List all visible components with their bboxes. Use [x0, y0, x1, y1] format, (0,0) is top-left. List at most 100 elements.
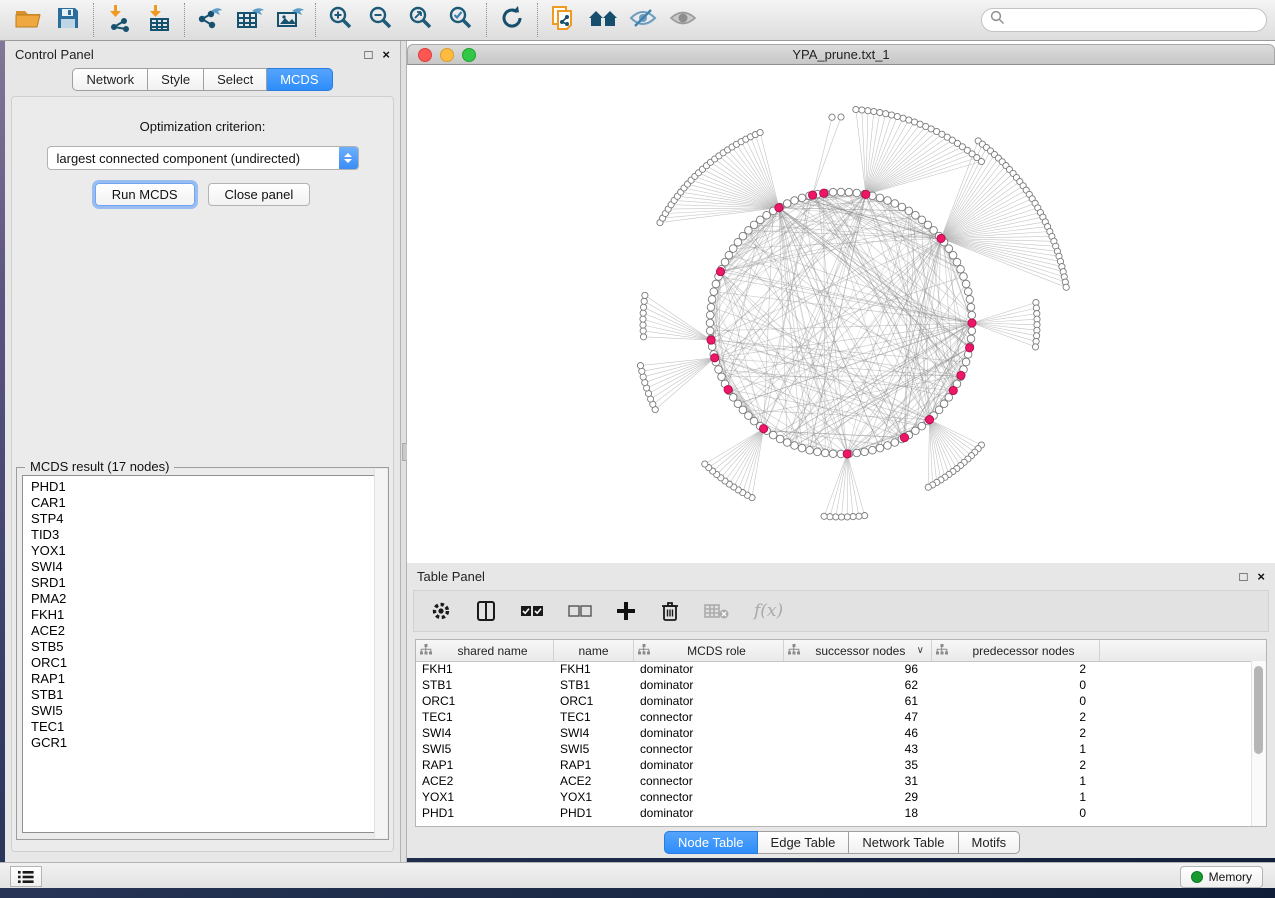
table-cell[interactable]: RAP1 — [554, 758, 634, 772]
table-settings-button[interactable] — [430, 596, 452, 626]
open-file-button[interactable] — [8, 3, 48, 37]
close-panel-icon[interactable]: × — [382, 48, 390, 61]
export-network-button[interactable] — [190, 3, 230, 37]
node-table-body[interactable]: FKH1FKH1dominator962STB1STB1dominator620… — [416, 661, 1252, 826]
table-cell[interactable]: 62 — [784, 678, 932, 692]
table-cell[interactable]: FKH1 — [416, 662, 554, 676]
table-cell[interactable]: ORC1 — [416, 694, 554, 708]
function-builder-button[interactable]: f(x) — [754, 596, 783, 626]
table-cell[interactable]: dominator — [634, 694, 784, 708]
network-graph[interactable] — [407, 65, 1275, 561]
tab-edge-table[interactable]: Edge Table — [758, 831, 850, 854]
table-cell[interactable]: SWI4 — [554, 726, 634, 740]
zoom-fit-button[interactable] — [401, 3, 441, 37]
table-cell[interactable]: dominator — [634, 678, 784, 692]
mcds-result-item[interactable]: SWI4 — [23, 559, 382, 575]
table-cell[interactable]: connector — [634, 742, 784, 756]
table-row[interactable]: RAP1RAP1dominator352 — [416, 757, 1252, 773]
mcds-result-item[interactable]: PHD1 — [23, 479, 382, 495]
optimization-criterion-select[interactable]: largest connected component (undirected) — [47, 146, 359, 170]
mcds-result-item[interactable]: ORC1 — [23, 655, 382, 671]
mcds-result-item[interactable]: CAR1 — [23, 495, 382, 511]
tab-style[interactable]: Style — [148, 68, 204, 91]
memory-button[interactable]: Memory — [1180, 866, 1263, 888]
first-neighbors-button[interactable] — [583, 3, 623, 37]
table-cell[interactable]: YOX1 — [416, 790, 554, 804]
mcds-result-item[interactable]: STB5 — [23, 639, 382, 655]
tab-network[interactable]: Network — [72, 68, 148, 91]
table-cell[interactable]: 31 — [784, 774, 932, 788]
tab-mcds[interactable]: MCDS — [267, 68, 332, 91]
table-cell[interactable]: PHD1 — [416, 806, 554, 820]
table-cell[interactable]: dominator — [634, 806, 784, 820]
table-cell[interactable]: 0 — [932, 806, 1100, 820]
delete-row-button[interactable] — [660, 596, 680, 626]
mcds-result-list[interactable]: PHD1CAR1STP4TID3YOX1SWI4SRD1PMA2FKH1ACE2… — [22, 475, 383, 833]
mcds-result-item[interactable]: SWI5 — [23, 703, 382, 719]
table-cell[interactable]: 0 — [932, 678, 1100, 692]
table-cell[interactable]: SWI4 — [416, 726, 554, 740]
tab-motifs[interactable]: Motifs — [959, 831, 1021, 854]
table-cell[interactable]: SWI5 — [554, 742, 634, 756]
import-table-button[interactable] — [139, 3, 179, 37]
table-cell[interactable]: ACE2 — [416, 774, 554, 788]
deselect-all-button[interactable] — [568, 596, 592, 626]
table-cell[interactable]: connector — [634, 774, 784, 788]
table-cell[interactable]: 29 — [784, 790, 932, 804]
zoom-selected-button[interactable] — [441, 3, 481, 37]
table-cell[interactable]: 35 — [784, 758, 932, 772]
float-panel-icon[interactable]: □ — [365, 48, 373, 61]
table-row[interactable]: ORC1ORC1dominator610 — [416, 693, 1252, 709]
table-cell[interactable]: STB1 — [554, 678, 634, 692]
table-cell[interactable]: 43 — [784, 742, 932, 756]
refresh-button[interactable] — [492, 3, 532, 37]
table-cell[interactable]: ACE2 — [554, 774, 634, 788]
search-input[interactable] — [1010, 12, 1258, 28]
select-all-button[interactable] — [520, 596, 544, 626]
tab-node-table[interactable]: Node Table — [664, 831, 758, 854]
table-cell[interactable]: RAP1 — [416, 758, 554, 772]
mcds-result-item[interactable]: ACE2 — [23, 623, 382, 639]
mcds-result-item[interactable]: STB1 — [23, 687, 382, 703]
panel-splitter[interactable] — [400, 41, 407, 862]
table-cell[interactable]: YOX1 — [554, 790, 634, 804]
column-header-successor-nodes[interactable]: successor nodes∨ — [784, 640, 932, 661]
table-cell[interactable]: connector — [634, 710, 784, 724]
close-panel-button[interactable]: Close panel — [208, 183, 311, 206]
table-cell[interactable]: 0 — [932, 694, 1100, 708]
export-table-button[interactable] — [230, 3, 270, 37]
table-row[interactable]: PHD1PHD1dominator180 — [416, 805, 1252, 821]
column-header-name[interactable]: name — [554, 640, 634, 661]
table-cell[interactable]: 18 — [784, 806, 932, 820]
network-canvas[interactable] — [407, 65, 1275, 561]
table-cell[interactable]: SWI5 — [416, 742, 554, 756]
table-cell[interactable]: dominator — [634, 726, 784, 740]
table-cell[interactable]: STB1 — [416, 678, 554, 692]
table-cell[interactable]: TEC1 — [554, 710, 634, 724]
mcds-result-item[interactable]: PMA2 — [23, 591, 382, 607]
table-cell[interactable]: 2 — [932, 662, 1100, 676]
table-cell[interactable]: 2 — [932, 758, 1100, 772]
tab-network-table[interactable]: Network Table — [849, 831, 958, 854]
table-row[interactable]: SWI5SWI5connector431 — [416, 741, 1252, 757]
import-network-button[interactable] — [99, 3, 139, 37]
delete-table-button[interactable] — [704, 596, 730, 626]
table-cell[interactable]: PHD1 — [554, 806, 634, 820]
mcds-result-item[interactable]: RAP1 — [23, 671, 382, 687]
table-row[interactable]: STB1STB1dominator620 — [416, 677, 1252, 693]
tab-select[interactable]: Select — [204, 68, 267, 91]
table-row[interactable]: SWI4SWI4dominator462 — [416, 725, 1252, 741]
table-cell[interactable]: 1 — [932, 774, 1100, 788]
show-columns-button[interactable] — [476, 596, 496, 626]
table-scrollbar[interactable] — [1251, 661, 1266, 826]
mcds-result-item[interactable]: GCR1 — [23, 735, 382, 751]
table-cell[interactable]: 2 — [932, 726, 1100, 740]
table-cell[interactable]: ORC1 — [554, 694, 634, 708]
task-history-button[interactable] — [10, 866, 42, 887]
table-cell[interactable]: 2 — [932, 710, 1100, 724]
column-header-predecessor-nodes[interactable]: predecessor nodes — [932, 640, 1100, 661]
table-cell[interactable]: 61 — [784, 694, 932, 708]
save-session-button[interactable] — [48, 3, 88, 37]
table-cell[interactable]: FKH1 — [554, 662, 634, 676]
mcds-result-item[interactable]: SRD1 — [23, 575, 382, 591]
